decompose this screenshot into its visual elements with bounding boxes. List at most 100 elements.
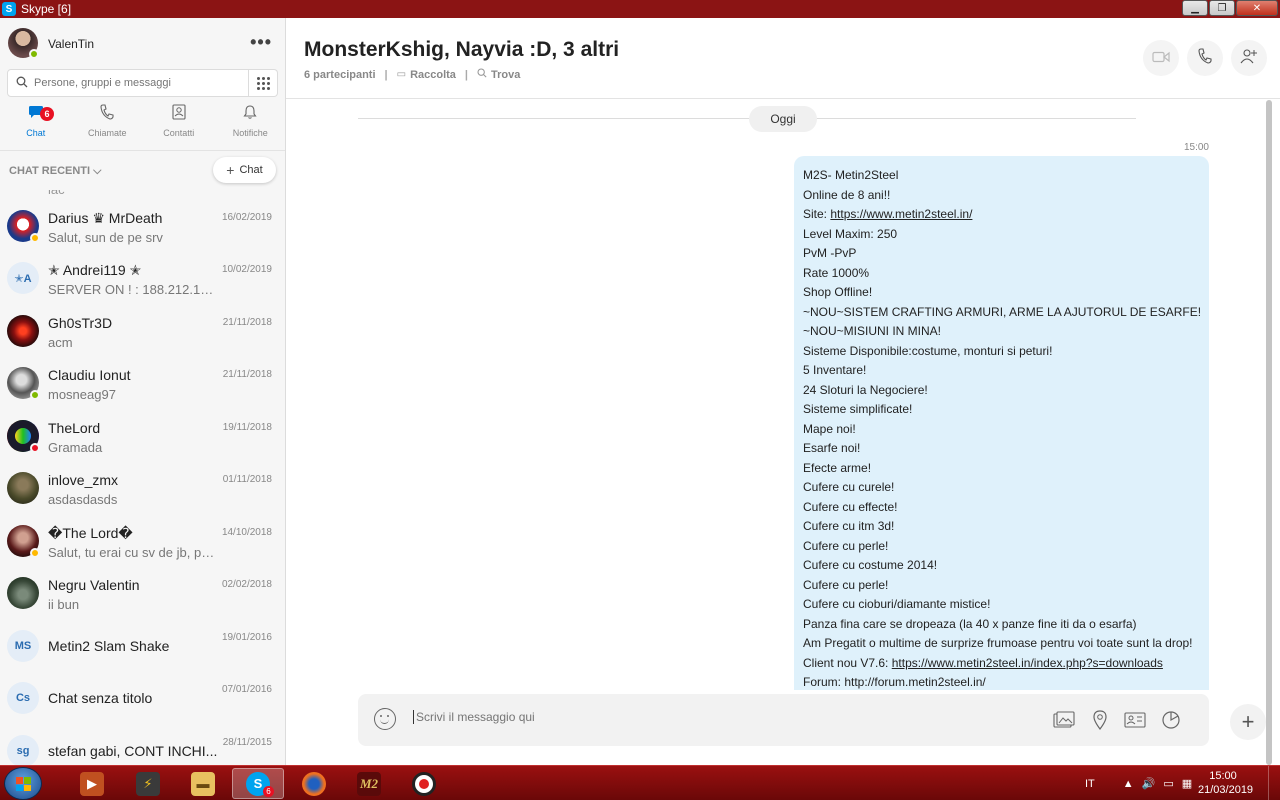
volume-icon[interactable]: 🔊: [1142, 777, 1156, 790]
find-link[interactable]: Trova: [491, 69, 520, 81]
plus-icon: +: [1241, 709, 1255, 734]
network-icon[interactable]: ▦: [1182, 777, 1192, 790]
chat-list-item[interactable]: Claudiu Ionut mosneag97 21/11/2018: [0, 357, 285, 409]
message-line: Mape noi!: [803, 421, 856, 436]
close-button[interactable]: ✕: [1236, 0, 1278, 16]
chat-list-item[interactable]: sg stefan gabi, CONT INCHI... 28/11/2015: [0, 725, 285, 765]
recent-chats-dropdown[interactable]: CHAT RECENTI ⌵: [9, 165, 101, 178]
minimize-button[interactable]: ▁: [1182, 0, 1208, 16]
chat-date: 19/11/2018: [222, 422, 272, 433]
taskbar-firefox[interactable]: [288, 768, 340, 799]
tab-notifications[interactable]: Notifiche: [215, 104, 286, 146]
search-input[interactable]: [34, 77, 234, 89]
taskbar-skype[interactable]: S 6: [232, 768, 284, 799]
taskbar-recorder[interactable]: [398, 768, 450, 799]
plus-icon: +: [226, 162, 235, 178]
folder-icon: ▬: [191, 771, 215, 796]
profile-name[interactable]: ValenTin: [48, 37, 94, 51]
language-indicator[interactable]: IT: [1085, 778, 1095, 790]
message-line: 24 Sloturi la Negociere!: [803, 382, 928, 397]
show-desktop-button[interactable]: [1268, 766, 1280, 800]
chat-list: lac Darius ♛ MrDeath Salut, sun de pe sr…: [0, 190, 285, 765]
phone-icon: [72, 104, 144, 126]
chat-date: 21/11/2018: [222, 369, 272, 380]
search-box: [7, 69, 249, 97]
chat-list-item[interactable]: �The Lord� Salut, tu erai cu sv de jb, p…: [0, 515, 285, 567]
title-bar: S Skype [6] ▁ ❐ ✕: [0, 0, 1280, 18]
client-link[interactable]: https://www.metin2steel.in/index.php?s=d…: [892, 656, 1163, 670]
audio-call-button[interactable]: [1187, 40, 1223, 76]
scrollbar[interactable]: [1266, 100, 1274, 765]
tab-contacts[interactable]: Contatti: [143, 104, 215, 146]
avatar: [7, 472, 39, 504]
winamp-icon: ⚡: [136, 771, 160, 796]
contact-card-icon[interactable]: [1124, 710, 1146, 730]
start-button[interactable]: [4, 767, 42, 800]
message-bubble[interactable]: M2S- Metin2Steel Online de 8 ani!! Site:…: [794, 156, 1209, 690]
avatar: [7, 367, 40, 400]
taskbar-metin2[interactable]: M2: [343, 768, 395, 799]
chat-name: stefan gabi, CONT INCHI...: [48, 743, 218, 759]
metin2-icon: M2: [357, 771, 381, 796]
taskbar-explorer[interactable]: ▬: [177, 768, 229, 799]
add-participant-button[interactable]: [1231, 40, 1267, 76]
chat-list-item[interactable]: inlove_zmx asdasdasds 01/11/2018: [0, 462, 285, 514]
more-actions-button[interactable]: +: [1230, 704, 1266, 740]
chat-preview: ii bun: [48, 597, 80, 612]
profile-avatar[interactable]: [8, 28, 39, 59]
message-line: Sisteme simplificate!: [803, 402, 913, 416]
tab-label: Chat: [26, 128, 46, 138]
message-composer: [358, 694, 1209, 746]
chat-list-item[interactable]: ✭A ✭ Andrei119 ✭ SERVER ON ! : 188.212.1…: [0, 252, 285, 304]
chat-preview: Gramada: [48, 440, 103, 455]
emoji-icon[interactable]: [374, 708, 396, 730]
scrollbar-thumb[interactable]: [1266, 100, 1272, 765]
chat-name: Chat senza titolo: [48, 690, 153, 706]
system-tray: IT ▲ 🔊 ▭ ▦: [1085, 766, 1200, 800]
chat-list-item[interactable]: MS Metin2 Slam Shake 19/01/2016: [0, 620, 285, 672]
avatar: sg: [7, 735, 39, 765]
message-line: Panza fina care se dropeaza (la 40 x pan…: [803, 616, 1137, 631]
new-chat-button[interactable]: + Chat: [213, 157, 276, 183]
show-hidden-icons[interactable]: ▲: [1123, 778, 1134, 790]
message-input[interactable]: [413, 710, 1013, 724]
chat-list-item[interactable]: Darius ♛ MrDeath Salut, sun de pe srv 16…: [0, 200, 285, 252]
message-line: Cufere cu cioburi/diamante mistice!: [803, 597, 991, 611]
clock[interactable]: 15:00 21/03/2019: [1198, 769, 1253, 797]
site-link[interactable]: https://www.metin2steel.in/: [830, 207, 972, 221]
tab-calls[interactable]: Chiamate: [72, 104, 144, 146]
video-call-button[interactable]: [1143, 40, 1179, 76]
message-line: Shop Offline!: [803, 285, 873, 299]
more-options-icon[interactable]: •••: [250, 32, 272, 53]
recent-chats-header: CHAT RECENTI ⌵ + Chat: [0, 150, 285, 190]
message-line: ~NOU~SISTEM CRAFTING ARMURI, ARME LA AJU…: [803, 304, 1202, 319]
taskbar-winamp[interactable]: ⚡: [122, 768, 174, 799]
chat-list-item[interactable]: Negru Valentin ii bun 02/02/2018: [0, 567, 285, 619]
tab-chat[interactable]: 6 Chat: [0, 104, 72, 146]
message-line: 5 Inventare!: [803, 363, 867, 377]
power-icon[interactable]: ▭: [1163, 777, 1173, 790]
maximize-button[interactable]: ❐: [1209, 0, 1235, 16]
chat-name: Metin2 Slam Shake: [48, 638, 170, 654]
taskbar-media-player[interactable]: ▶: [66, 768, 118, 799]
sidebar: ValenTin ••• 6 Chat: [0, 18, 286, 765]
conversation-title[interactable]: MonsterKshig, Nayvia :D, 3 altri: [304, 38, 619, 62]
conversation-meta: 6 partecipanti | ▭ Raccolta | Trova: [304, 68, 520, 81]
gallery-link[interactable]: Raccolta: [410, 69, 456, 81]
chat-date: 01/11/2018: [222, 474, 272, 485]
message-list: Oggi 15:00 M2S- Metin2Steel Online de 8 …: [286, 100, 1280, 690]
conversation-pane: MonsterKshig, Nayvia :D, 3 altri 6 parte…: [286, 18, 1280, 765]
chat-badge: 6: [40, 107, 54, 121]
location-icon[interactable]: [1089, 710, 1111, 730]
chat-list-item[interactable]: Gh0sTr3D acm 21/11/2018: [0, 305, 285, 357]
dialpad-button[interactable]: [249, 69, 278, 97]
participants-link[interactable]: 6 partecipanti: [304, 69, 376, 81]
skype-logo-icon: S: [2, 2, 16, 16]
chat-list-item[interactable]: TheLord Gramada 19/11/2018: [0, 410, 285, 462]
send-image-icon[interactable]: [1053, 710, 1075, 730]
chat-list-item[interactable]: Cs Chat senza titolo 07/01/2016: [0, 672, 285, 724]
poll-icon[interactable]: [1160, 710, 1182, 730]
message-line: M2S- Metin2Steel: [803, 168, 899, 182]
gallery-icon: ▭: [396, 69, 407, 80]
contacts-icon: [143, 104, 215, 126]
